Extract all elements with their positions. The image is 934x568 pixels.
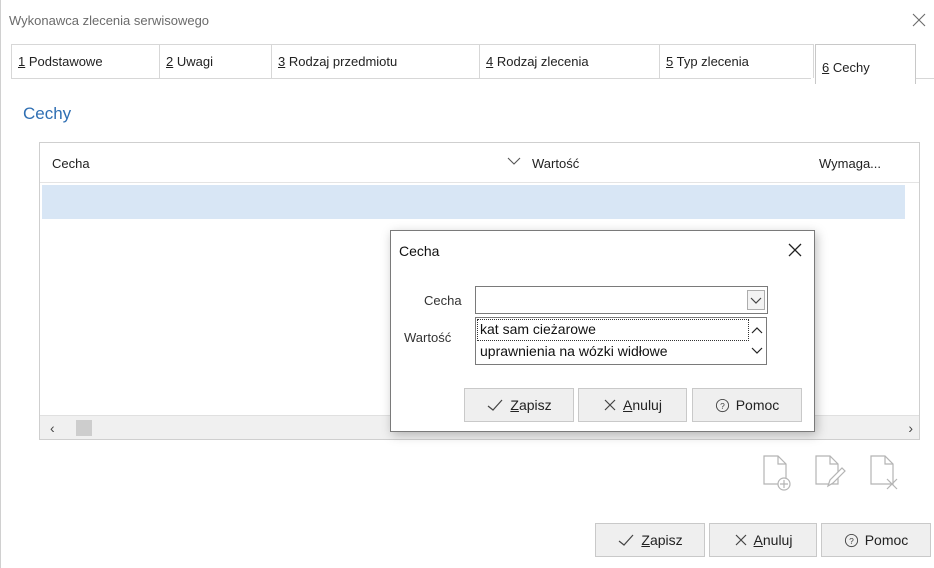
column-header-wymagany[interactable]: Wymaga... <box>819 156 881 171</box>
cancel-button[interactable]: Anuluj <box>709 523 817 557</box>
tab-rodzaj-zlecenia[interactable]: 4 Rodzaj zlecenia <box>479 44 659 78</box>
column-header-cecha[interactable]: Cecha <box>52 156 90 171</box>
scroll-right-icon[interactable]: › <box>908 420 913 436</box>
list-item[interactable]: uprawnienia na wózki widłowe <box>478 342 748 362</box>
close-icon[interactable] <box>909 10 929 30</box>
title-bar: Wykonawca zlecenia serwisowego <box>1 0 934 40</box>
scroll-left-icon[interactable]: ‹ <box>50 420 55 436</box>
scrollbar-thumb[interactable] <box>76 420 92 436</box>
section-title: Cechy <box>23 104 72 123</box>
tab-rodzaj-przedmiotu[interactable]: 3 Rodzaj przedmiotu <box>271 44 479 78</box>
delete-document-icon[interactable] <box>865 452 903 492</box>
svg-text:?: ? <box>720 400 725 410</box>
cancel-x-icon <box>735 534 746 546</box>
tab-uwagi[interactable]: 2 Uwagi <box>159 44 271 78</box>
cecha-dialog: Cecha Cecha Wartość kat sam cieżarowe up… <box>390 230 815 432</box>
dialog-title: Cecha <box>399 243 440 259</box>
scroll-down-icon[interactable] <box>750 342 764 360</box>
scroll-up-icon[interactable] <box>750 321 764 339</box>
cecha-label: Cecha <box>424 293 462 308</box>
combo-dropdown-button[interactable] <box>747 290 765 310</box>
cancel-x-icon <box>604 399 616 411</box>
cecha-dropdown-list[interactable]: kat sam cieżarowe uprawnienia na wózki w… <box>475 317 767 365</box>
dialog-save-button[interactable]: Zapisz <box>464 388 574 422</box>
close-icon[interactable] <box>786 241 804 259</box>
tab-divider <box>11 78 811 79</box>
help-icon: ? <box>844 533 858 547</box>
tab-strip: 1 Podstawowe 2 Uwagi 3 Rodzaj przedmiotu… <box>11 44 931 84</box>
svg-text:?: ? <box>849 535 854 545</box>
window-title: Wykonawca zlecenia serwisowego <box>9 13 210 28</box>
add-document-icon[interactable] <box>758 452 796 492</box>
sort-chevron-icon <box>507 157 521 165</box>
tab-cechy[interactable]: 6 Cechy <box>815 44 916 84</box>
tab-podstawowe[interactable]: 1 Podstawowe <box>11 44 159 78</box>
check-icon <box>488 399 503 411</box>
dialog-help-button[interactable]: ? Pomoc <box>692 388 802 422</box>
check-icon <box>619 534 634 546</box>
edit-document-icon[interactable] <box>810 452 848 492</box>
tab-typ-zlecenia[interactable]: 5 Typ zlecenia <box>659 44 814 78</box>
save-button[interactable]: Zapisz <box>595 523 705 557</box>
wartosc-label: Wartość <box>404 330 452 345</box>
column-header-wartosc[interactable]: Wartość <box>532 156 579 171</box>
chevron-down-icon <box>750 297 762 304</box>
list-item[interactable]: kat sam cieżarowe <box>477 319 749 341</box>
dialog-cancel-button[interactable]: Anuluj <box>578 388 687 422</box>
help-icon: ? <box>715 398 729 412</box>
help-button[interactable]: ? Pomoc <box>821 523 931 557</box>
tab-divider-right <box>916 78 934 79</box>
cecha-combo[interactable] <box>475 286 768 314</box>
main-window: Wykonawca zlecenia serwisowego 1 Podstaw… <box>0 0 934 568</box>
grid-header: Cecha Wartość Wymaga... <box>40 143 919 183</box>
table-row[interactable] <box>42 185 905 219</box>
